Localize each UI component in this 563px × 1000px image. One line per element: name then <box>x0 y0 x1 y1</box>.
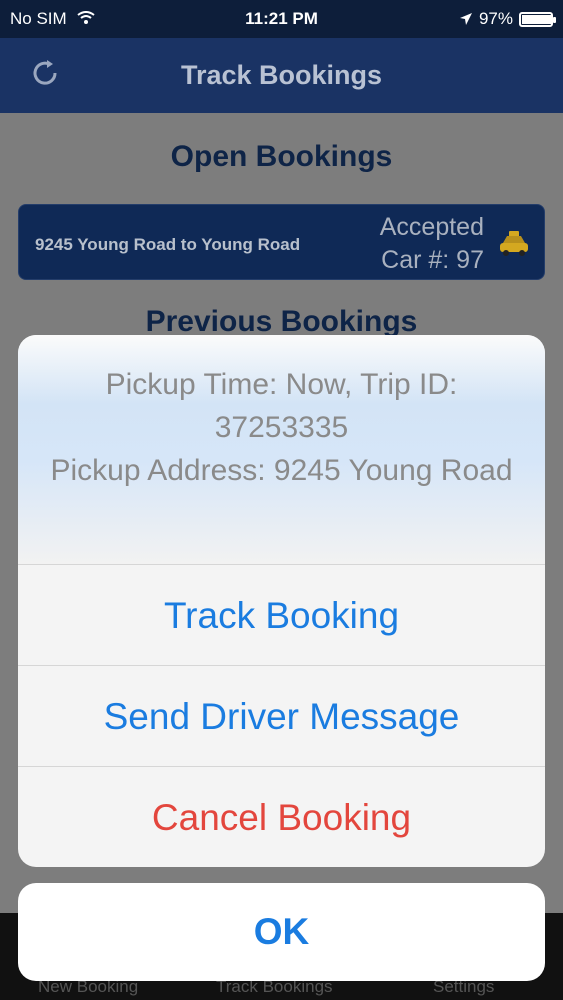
nav-title: Track Bookings <box>180 60 383 90</box>
action-sheet-message: Pickup Time: Now, Trip ID: 37253335 Pick… <box>48 363 515 492</box>
pickup-time-line: Pickup Time: Now, Trip ID: 37253335 <box>105 368 458 444</box>
booking-status-text: Accepted <box>379 213 484 241</box>
location-arrow-icon <box>459 13 472 25</box>
booking-status: Accepted Car #: 97 <box>380 211 484 277</box>
booking-car-number: Car #: 97 <box>381 246 484 274</box>
battery-icon <box>519 11 556 27</box>
previous-bookings-title: Previous Bookings <box>145 305 418 338</box>
taxi-icon <box>500 231 528 256</box>
open-bookings-title: Open Bookings <box>170 140 393 173</box>
nav-bar: Track Bookings <box>0 38 563 113</box>
battery-percent: 97% <box>478 9 513 28</box>
track-booking-button[interactable]: Track Booking <box>18 564 545 666</box>
ok-button[interactable]: OK <box>18 883 545 981</box>
open-booking-row[interactable]: 9245 Young Road to Young Road Accepted C… <box>18 204 545 280</box>
booking-route: 9245 Young Road to Young Road <box>35 235 301 254</box>
pickup-address-line: Pickup Address: 9245 Young Road <box>50 454 513 487</box>
battery-level <box>522 14 552 24</box>
cancel-booking-button[interactable]: Cancel Booking <box>18 766 545 867</box>
status-right: 97% <box>459 9 556 29</box>
action-sheet: Pickup Time: Now, Trip ID: 37253335 Pick… <box>18 335 545 867</box>
send-driver-message-button[interactable]: Send Driver Message <box>18 665 545 767</box>
status-bar: No SIM 11:21 PM 97% <box>0 0 563 38</box>
action-sheet-header: Pickup Time: Now, Trip ID: 37253335 Pick… <box>18 335 545 564</box>
